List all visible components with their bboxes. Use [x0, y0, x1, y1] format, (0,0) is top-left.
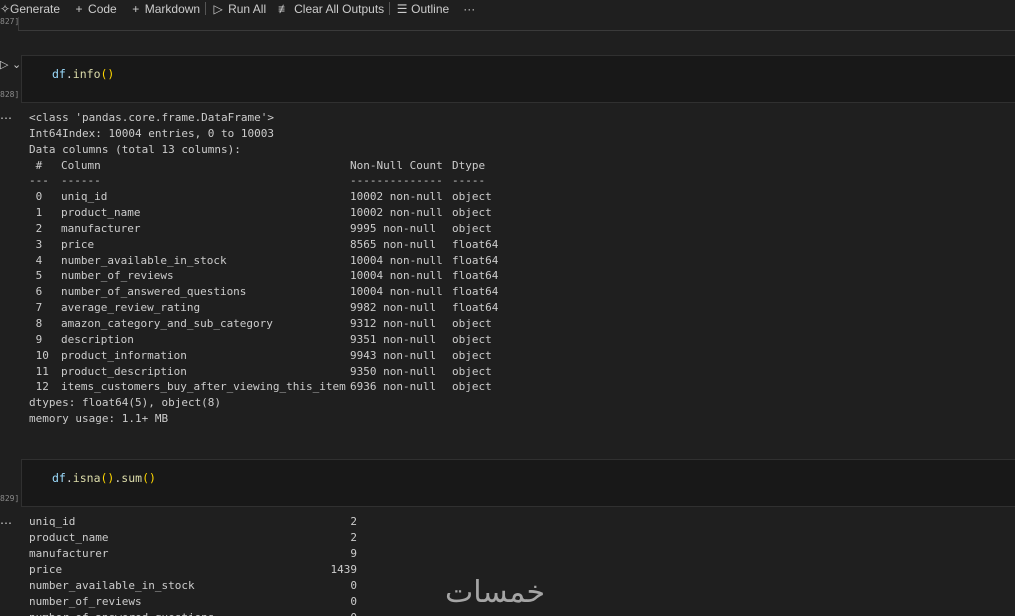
- generate-label: Generate: [10, 1, 61, 16]
- clear-all-outputs-label: Clear All Outputs: [294, 1, 385, 16]
- execution-count: 827]: [0, 17, 20, 26]
- execution-count: 829]: [0, 494, 20, 503]
- output-line: dtypes: float64(5), object(8): [29, 396, 222, 410]
- table-row: 11 product_description 9350 non-null object: [29, 364, 492, 378]
- plus-icon: +: [75, 1, 83, 16]
- previous-code-cell[interactable]: [18, 17, 1015, 31]
- run-all-icon: ▷: [213, 1, 223, 16]
- table-row: 3 price 8565 non-null float64: [29, 237, 499, 251]
- run-cell-icon[interactable]: ▷ ⌄: [0, 58, 21, 71]
- generate-button[interactable]: ✧ Generate: [0, 2, 60, 16]
- run-all-label: Run All: [228, 1, 267, 16]
- table-row: 10 product_information 9943 non-null object: [29, 348, 492, 362]
- execution-count: 828]: [0, 90, 20, 99]
- output-line: Int64Index: 10004 entries, 0 to 10003: [29, 126, 275, 140]
- output-menu-icon[interactable]: …: [0, 513, 12, 527]
- table-row: 9 description 9351 non-null object: [29, 332, 492, 346]
- code-cell-info[interactable]: df.info(): [21, 55, 1015, 103]
- add-markdown-button[interactable]: + Markdown: [129, 2, 200, 16]
- run-all-button[interactable]: ▷ Run All: [211, 2, 266, 16]
- code-editor-line[interactable]: df.isna().sum(): [52, 471, 156, 485]
- add-code-button[interactable]: + Code: [72, 2, 117, 16]
- clear-all-icon: ≢: [278, 1, 291, 16]
- table-row: 0 uniq_id 10002 non-null object: [29, 190, 492, 204]
- notebook-toolbar: ✧ Generate + Code + Markdown ▷ Run All ≢…: [0, 0, 1015, 17]
- table-row: 8 amazon_category_and_sub_category 9312 no…: [29, 316, 492, 330]
- table-row: 6 number_of_answered_questions 10004 non-n…: [29, 285, 499, 299]
- output-line: Data columns (total 13 columns):: [29, 142, 241, 156]
- toolbar-divider: [389, 2, 391, 15]
- isna-output: uniq_id 2 product_name 2 manufacturer 9 price 1…: [29, 514, 357, 616]
- table-row: 2 manufacturer 9995 non-null object: [29, 221, 492, 235]
- sparkle-icon: ✧: [0, 1, 11, 16]
- list-item: uniq_id 2: [29, 515, 357, 528]
- output-line: <class 'pandas.core.frame.DataFrame'>: [29, 111, 275, 124]
- outline-label: Outline: [411, 1, 450, 16]
- list-icon: ☰: [396, 1, 408, 16]
- markdown-label: Markdown: [144, 1, 201, 16]
- clear-all-outputs-button[interactable]: ≢ Clear All Outputs: [277, 2, 384, 16]
- list-item: number_available_in_stock 0: [29, 579, 357, 592]
- table-row: 5 number_of_reviews 10004 non-null float64: [29, 269, 499, 283]
- table-row: 4 number_available_in_stock 10004 non-null…: [29, 253, 499, 267]
- watermark-logo: خمسات: [445, 575, 546, 610]
- output-menu-icon[interactable]: …: [0, 108, 12, 122]
- list-item: product_name 2: [29, 531, 357, 544]
- plus-icon: +: [132, 1, 140, 16]
- info-output: <class 'pandas.core.frame.DataFrame'> In…: [29, 110, 512, 427]
- ellipsis-icon: ···: [463, 1, 476, 16]
- toolbar-divider: [205, 2, 207, 15]
- table-row: 12 items_customers_buy_after_viewing_this…: [29, 380, 492, 394]
- table-row: 1 product_name 10002 non-null object: [29, 206, 492, 220]
- code-cell-isna[interactable]: df.isna().sum(): [21, 459, 1015, 507]
- table-header-row: # Column Non-Null Count Dtype: [29, 158, 486, 172]
- list-item: manufacturer 9: [29, 547, 357, 560]
- table-row: 7 average_review_rating 9982 non-null float…: [29, 301, 499, 315]
- list-item: number_of_reviews 0: [29, 595, 357, 608]
- list-item: number_of_answered_questions0: [29, 610, 357, 616]
- code-editor-line[interactable]: df.info(): [52, 67, 114, 81]
- code-label: Code: [88, 1, 117, 16]
- outline-button[interactable]: ☰ Outline: [395, 2, 449, 16]
- more-actions-button[interactable]: ···: [463, 2, 475, 16]
- list-item: price 1439: [29, 563, 357, 576]
- table-rule-row: --- ------ -------------- -----: [29, 174, 486, 188]
- output-line: memory usage: 1.1+ MB: [29, 412, 169, 426]
